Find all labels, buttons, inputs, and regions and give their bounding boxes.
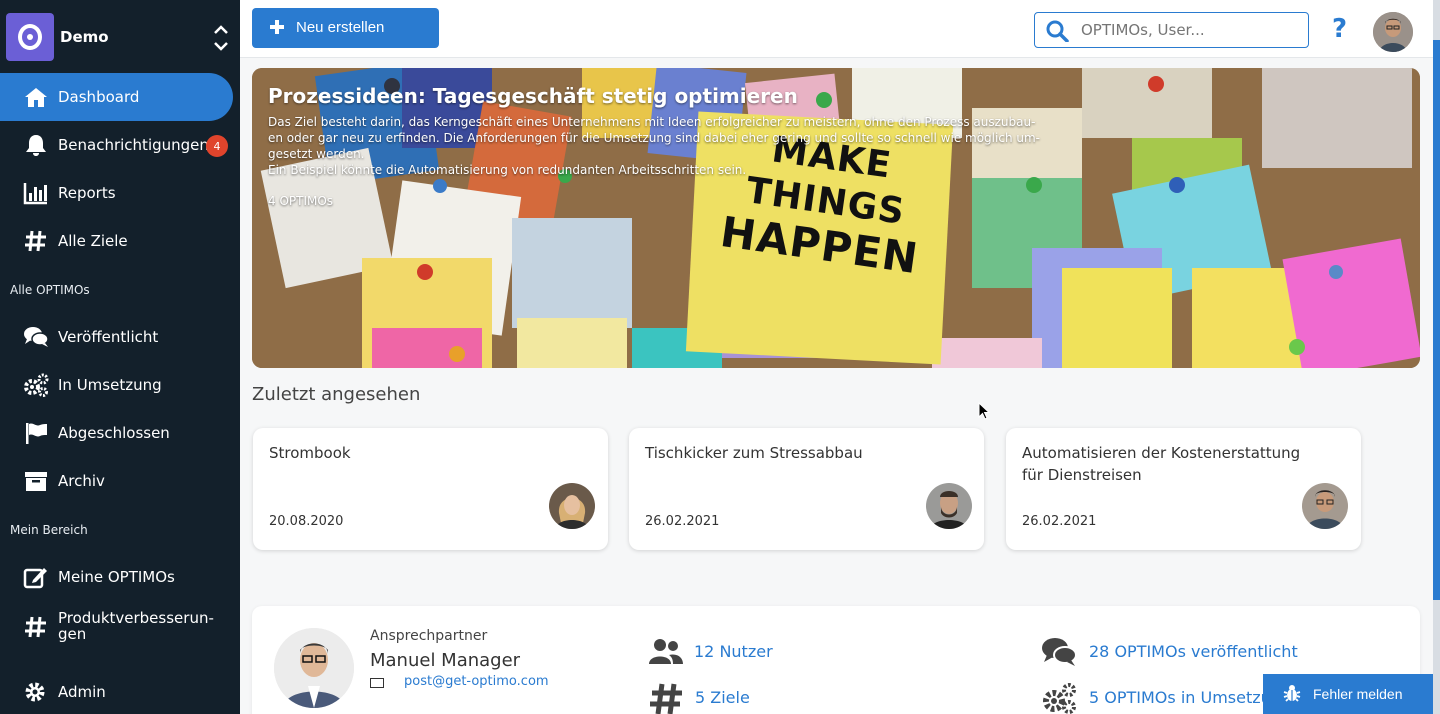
archive-icon — [25, 472, 47, 491]
sidebar-item-label: Admin — [58, 683, 106, 701]
stat-in-progress-link[interactable]: 5 OPTIMOs in Umsetzung — [1089, 688, 1291, 707]
sidebar-item-label: Meine OPTIMOs — [58, 568, 175, 586]
recent-card-title: Strombook — [269, 444, 351, 462]
sidebar-item-dashboard[interactable]: Dashboard — [0, 73, 233, 121]
hero-desc-line: Das Ziel besteht darin, das Kerngeschäft… — [268, 115, 1036, 129]
comments-icon — [24, 327, 49, 347]
create-new-button[interactable]: Neu erstellen — [252, 8, 439, 48]
report-bug-button[interactable]: Fehler melden — [1263, 674, 1433, 714]
recent-card[interactable]: Tischkicker zum Stressabbau 26.02.2021 — [629, 428, 984, 550]
org-switcher[interactable]: Demo — [0, 0, 240, 72]
sidebar: Demo Dashboard Benachrichtigungen 4 Repo… — [0, 0, 240, 714]
recent-card[interactable]: Strombook 20.08.2020 — [253, 428, 608, 550]
mouse-cursor-icon — [978, 402, 990, 420]
hero-optimo-count: 4 OPTIMOs — [268, 194, 334, 208]
contact-label: Ansprechpartner — [370, 628, 488, 644]
recent-card-title: Tischkicker zum Stressabbau — [645, 444, 863, 462]
hash-icon — [25, 230, 46, 252]
comments-icon — [1042, 638, 1077, 666]
sidebar-item-in-progress[interactable]: In Umsetzung — [0, 361, 240, 409]
sidebar-item-label: Reports — [58, 184, 116, 202]
bar-chart-icon — [23, 183, 47, 205]
sidebar-item-published[interactable]: Veröffentlicht — [0, 313, 240, 361]
report-bug-label: Fehler melden — [1313, 686, 1403, 702]
search-icon — [1046, 20, 1069, 42]
category-hero-banner[interactable]: MAKE THINGS HAPPEN Prozessideen: Tagesge… — [252, 68, 1420, 368]
search-box[interactable] — [1034, 12, 1309, 48]
recent-card-date: 20.08.2020 — [269, 514, 344, 529]
sidebar-item-label: Benachrichtigungen — [58, 136, 209, 154]
stat-published-link[interactable]: 28 OPTIMOs veröffentlicht — [1089, 642, 1298, 661]
recent-card[interactable]: Automatisieren der Kostenerstattung für … — [1006, 428, 1361, 550]
stat-goals-link[interactable]: 5 Ziele — [695, 688, 750, 707]
cogs-icon — [1043, 683, 1076, 714]
hash-icon — [25, 616, 46, 638]
recent-card-date: 26.02.2021 — [645, 514, 720, 529]
sidebar-item-my-optimos[interactable]: Meine OPTIMOs — [0, 553, 240, 601]
home-icon — [25, 88, 47, 107]
create-new-label: Neu erstellen — [296, 19, 385, 36]
hero-title: Prozessideen: Tagesgeschäft stetig optim… — [268, 84, 798, 108]
section-label-all-optimos: Alle OPTIMOs — [10, 283, 90, 297]
hero-desc-line: gesetzt werden. — [268, 147, 365, 161]
sidebar-item-product-improvements[interactable]: Produktverbesserun- gen — [0, 601, 240, 651]
help-icon[interactable]: ? — [1332, 14, 1347, 44]
sidebar-item-label: Abgeschlossen — [58, 424, 170, 442]
sidebar-item-label: Veröffentlicht — [58, 328, 159, 346]
notification-badge: 4 — [206, 135, 228, 157]
chevron-up-down-icon[interactable] — [212, 22, 230, 54]
author-avatar — [549, 483, 595, 529]
sidebar-item-archive[interactable]: Archiv — [0, 457, 240, 505]
contact-email-link[interactable]: post@get-optimo.com — [404, 674, 549, 689]
users-icon — [649, 639, 683, 664]
scrollbar-thumb[interactable] — [1433, 40, 1440, 600]
recent-card-date: 26.02.2021 — [1022, 514, 1097, 529]
section-label-my-area: Mein Bereich — [10, 523, 88, 537]
author-avatar — [926, 483, 972, 529]
sidebar-item-label: In Umsetzung — [58, 376, 162, 394]
flag-icon — [26, 423, 47, 444]
optimo-logo — [6, 13, 54, 61]
recent-card-title: Automatisieren der Kostenerstattung für … — [1022, 444, 1301, 484]
org-name: Demo — [60, 28, 109, 46]
hero-desc-line: en oder gar neu zu erfinden. Die Anforde… — [268, 131, 1040, 145]
contact-panel: Ansprechpartner Manuel Manager post@get-… — [252, 606, 1420, 714]
contact-name: Manuel Manager — [370, 650, 521, 671]
sidebar-item-label-line2: gen — [58, 625, 87, 643]
edit-icon — [23, 568, 47, 589]
hero-description: Das Ziel besteht darin, das Kerngeschäft… — [268, 114, 1068, 178]
sidebar-item-completed[interactable]: Abgeschlossen — [0, 409, 240, 457]
user-avatar[interactable] — [1373, 12, 1413, 52]
sidebar-item-reports[interactable]: Reports — [0, 169, 240, 217]
envelope-icon — [370, 678, 384, 688]
sidebar-item-admin[interactable]: Admin — [0, 668, 240, 714]
hero-desc-line: Ein Beispiel könnte die Automatisierung … — [268, 163, 747, 177]
sidebar-item-label: Produktverbesserun- gen — [58, 610, 214, 642]
sidebar-item-label: Alle Ziele — [58, 232, 128, 250]
contact-photo — [274, 628, 354, 708]
top-bar: Neu erstellen ? — [240, 0, 1440, 58]
gear-icon — [25, 682, 45, 702]
sidebar-item-label: Dashboard — [58, 88, 140, 106]
stat-users-link[interactable]: 12 Nutzer — [694, 642, 773, 661]
bug-icon — [1283, 685, 1301, 702]
sidebar-item-label: Archiv — [58, 472, 105, 490]
page-scrollbar[interactable] — [1433, 0, 1440, 714]
search-input[interactable] — [1081, 20, 1301, 40]
sidebar-item-notifications[interactable]: Benachrichtigungen 4 — [0, 121, 240, 169]
author-avatar — [1302, 483, 1348, 529]
cogs-icon — [24, 373, 49, 397]
plus-icon — [270, 20, 284, 34]
hash-icon — [650, 683, 682, 714]
recently-viewed-heading: Zuletzt angesehen — [252, 384, 421, 405]
sidebar-item-all-goals[interactable]: Alle Ziele — [0, 217, 240, 265]
bell-icon — [26, 135, 46, 156]
